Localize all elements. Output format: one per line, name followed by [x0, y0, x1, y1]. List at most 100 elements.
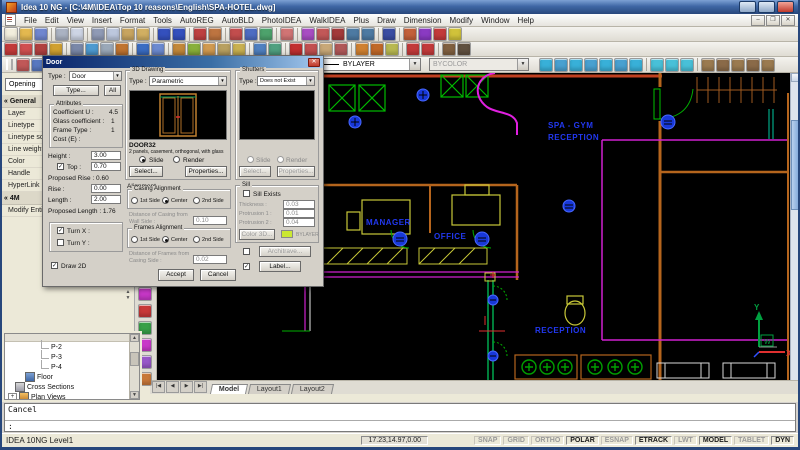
menu-item[interactable]: Draw	[373, 15, 400, 26]
tab-nav-button[interactable]: ▶|	[194, 381, 207, 393]
separator[interactable]	[249, 43, 250, 56]
batch-check-icon[interactable]	[208, 27, 222, 41]
dimension-icon[interactable]	[304, 42, 318, 56]
diamond-view-3-icon[interactable]	[680, 58, 694, 72]
shade-3d-icon[interactable]	[539, 58, 553, 72]
status-toggle[interactable]: ORTHO	[531, 436, 564, 445]
pen-2-icon[interactable]	[457, 42, 471, 56]
select-button[interactable]: Select...	[129, 166, 163, 177]
turn-y-checkbox[interactable]	[57, 239, 64, 246]
linetype-combo[interactable]: BYLAYER ▼	[309, 58, 421, 71]
front-view-icon[interactable]	[614, 58, 628, 72]
copy-icon[interactable]	[106, 27, 120, 41]
separator[interactable]	[646, 58, 647, 71]
menu-item[interactable]: View	[63, 15, 88, 26]
casing-center-radio[interactable]	[162, 197, 169, 204]
grid-icon[interactable]	[70, 42, 84, 56]
mdi-close-button[interactable]: ✕	[781, 15, 795, 26]
rectangle-icon[interactable]	[100, 42, 114, 56]
menu-item[interactable]: AutoBLD	[218, 15, 258, 26]
flag-icon[interactable]	[448, 27, 462, 41]
architrave-checkbox[interactable]	[243, 248, 250, 255]
separator[interactable]	[66, 43, 67, 56]
tree-item-p3[interactable]: P-3	[5, 352, 139, 362]
opening-icon[interactable]	[202, 42, 216, 56]
menu-item[interactable]: Modify	[446, 15, 478, 26]
tree-hscrollbar[interactable]	[5, 334, 139, 342]
separator[interactable]	[351, 43, 352, 56]
print-icon[interactable]	[55, 27, 69, 41]
status-toggle[interactable]: DYN	[771, 436, 794, 445]
magic-select-icon[interactable]	[301, 27, 315, 41]
separator[interactable]	[285, 43, 286, 56]
zoom-window-2-icon[interactable]	[716, 58, 730, 72]
maximize-button[interactable]	[758, 1, 775, 13]
type-button[interactable]: Type...	[53, 85, 99, 96]
check-entities-icon[interactable]	[193, 27, 207, 41]
wall-icon[interactable]	[4, 42, 18, 56]
status-toggle[interactable]: SNAP	[474, 436, 501, 445]
separator[interactable]	[132, 43, 133, 56]
separator[interactable]	[276, 28, 277, 41]
status-toggle[interactable]: POLAR	[566, 436, 599, 445]
zoom-extents-2-icon[interactable]	[761, 58, 775, 72]
frames-2nd-radio[interactable]	[193, 236, 200, 243]
menu-item[interactable]: Edit	[41, 15, 63, 26]
scrollbar-thumb[interactable]	[791, 120, 800, 210]
diamond-view-icon[interactable]	[650, 58, 664, 72]
roof-icon[interactable]	[232, 42, 246, 56]
tree-item-p2[interactable]: P-2	[5, 342, 139, 352]
command-input[interactable]: :	[5, 421, 795, 432]
3d-type-combo[interactable]: Parametric▼	[149, 76, 227, 86]
redo-icon[interactable]	[172, 27, 186, 41]
shutters-type-combo[interactable]: Does not Exist▼	[257, 76, 315, 86]
chevron-down-icon[interactable]: ▼	[409, 59, 420, 70]
menu-item[interactable]: PhotoIDEA	[258, 15, 306, 26]
tree-item-plan-views[interactable]: +Plan Views	[5, 392, 139, 400]
expand-icon[interactable]: +	[8, 393, 17, 401]
layout-tab[interactable]: Layout1	[248, 384, 291, 394]
turn-x-checkbox[interactable]: ✓	[57, 227, 64, 234]
rise-field[interactable]: 0.00	[91, 184, 121, 193]
label-button[interactable]: Label...	[259, 261, 301, 272]
tab-nav-button[interactable]: ◀	[166, 381, 179, 393]
door-type-combo[interactable]: Door▼	[69, 71, 122, 81]
drawing-vscrollbar[interactable]	[790, 73, 800, 380]
render-icon[interactable]	[268, 42, 282, 56]
window-icon[interactable]	[187, 42, 201, 56]
menu-item[interactable]: File	[20, 15, 41, 26]
status-toggle[interactable]: ETRACK	[635, 436, 672, 445]
zoom-all-icon[interactable]	[746, 58, 760, 72]
save-icon[interactable]	[34, 27, 48, 41]
dim-horizontal-icon[interactable]	[138, 287, 152, 301]
paste-icon[interactable]	[121, 27, 135, 41]
menu-item[interactable]: Insert	[88, 15, 116, 26]
zoom-previous-icon[interactable]	[731, 58, 745, 72]
print-preview-icon[interactable]	[70, 27, 84, 41]
zoom-in-icon[interactable]	[346, 27, 360, 41]
top-checkbox[interactable]: ✓	[57, 163, 64, 170]
separator[interactable]	[87, 28, 88, 41]
dialog-title-bar[interactable]: Door ✕	[43, 56, 323, 68]
triangle-down-icon[interactable]	[421, 42, 435, 56]
menu-item[interactable]: Format	[116, 15, 149, 26]
brush-2-icon[interactable]	[370, 42, 384, 56]
tree-vscrollbar[interactable]: ▲ ▼	[129, 334, 139, 399]
separator[interactable]	[438, 43, 439, 56]
length-field[interactable]: 2.00	[91, 195, 121, 204]
measure-icon[interactable]	[259, 27, 273, 41]
menu-item[interactable]: Dimension	[400, 15, 446, 26]
render-radio[interactable]	[173, 156, 180, 163]
wall-double-icon[interactable]	[19, 42, 33, 56]
sill-exists-checkbox[interactable]	[243, 190, 250, 197]
mdi-restore-button[interactable]: ❐	[766, 15, 780, 26]
separator[interactable]	[51, 28, 52, 41]
pencil-icon[interactable]	[229, 27, 243, 41]
stairs-icon[interactable]	[217, 42, 231, 56]
elevation-icon[interactable]	[334, 42, 348, 56]
tree-item-p4[interactable]: P-4	[5, 362, 139, 372]
status-toggle[interactable]: GRID	[503, 436, 529, 445]
label-checkbox[interactable]: ✓	[243, 263, 250, 270]
slab-icon[interactable]	[115, 42, 129, 56]
pen-icon[interactable]	[442, 42, 456, 56]
